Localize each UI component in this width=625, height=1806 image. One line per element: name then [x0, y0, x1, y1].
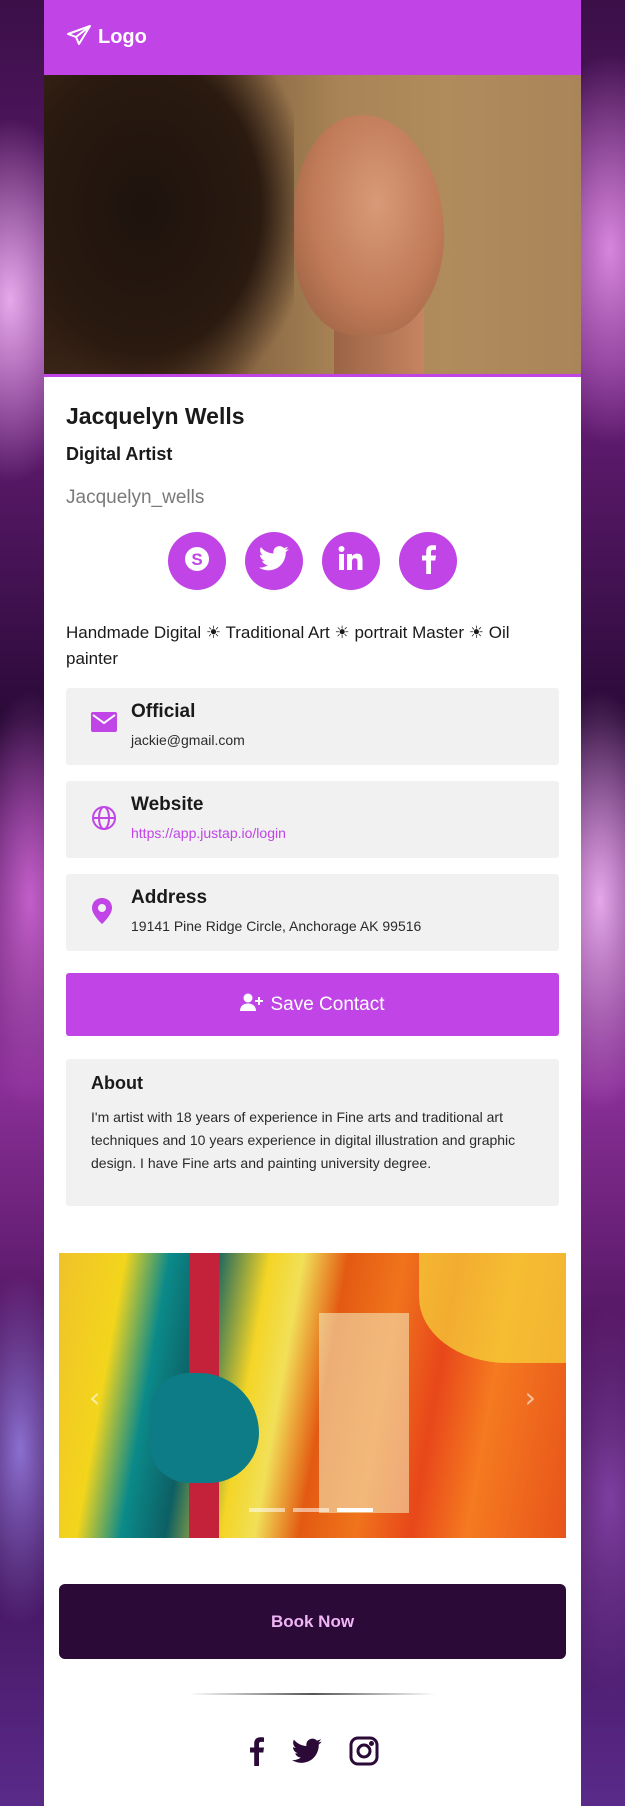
carousel-dot[interactable]: [249, 1508, 285, 1512]
top-bar: Logo: [44, 0, 581, 75]
profile-bio: Handmade Digital ☀ Traditional Art ☀ por…: [66, 623, 510, 668]
footer-social-links: [44, 1736, 581, 1771]
footer-twitter-icon[interactable]: [291, 1738, 323, 1770]
add-user-icon: [240, 993, 270, 1017]
address-label: Address: [131, 887, 208, 908]
profile-name: Jacquelyn Wells: [66, 403, 245, 429]
carousel-dot[interactable]: [293, 1508, 329, 1512]
facebook-button[interactable]: [399, 532, 457, 590]
carousel-prev-button[interactable]: ‹: [89, 1381, 100, 1414]
logo[interactable]: Logo: [66, 24, 147, 52]
facebook-icon: [419, 544, 437, 579]
about-heading: About: [91, 1073, 143, 1093]
linkedin-button[interactable]: [322, 532, 380, 590]
email-value[interactable]: jackie@gmail.com: [131, 732, 245, 748]
carousel-indicators: [249, 1508, 373, 1512]
profile-username: Jacquelyn_wells: [66, 487, 205, 508]
globe-icon: [91, 805, 117, 836]
address-value: 19141 Pine Ridge Circle, Anchorage AK 99…: [131, 918, 422, 934]
svg-text:S: S: [191, 550, 202, 569]
book-now-button[interactable]: Book Now: [59, 1584, 566, 1659]
logo-label: Logo: [98, 26, 147, 48]
email-card[interactable]: Official jackie@gmail.com: [66, 688, 559, 765]
map-pin-icon: [91, 898, 113, 929]
about-text: I'm artist with 18 years of experience i…: [91, 1109, 516, 1171]
carousel-next-button[interactable]: ›: [525, 1381, 536, 1414]
website-label: Website: [131, 794, 204, 815]
website-link[interactable]: https://app.justap.io/login: [131, 825, 286, 841]
address-card[interactable]: Address 19141 Pine Ridge Circle, Anchora…: [66, 874, 559, 951]
twitter-button[interactable]: [245, 532, 303, 590]
linkedin-icon: [336, 544, 366, 579]
profile-card: Logo Jacquelyn Wells Digital Artist Jacq…: [44, 0, 581, 1806]
about-section: About I'm artist with 18 years of experi…: [66, 1059, 559, 1206]
email-label: Official: [131, 701, 196, 722]
carousel-dot-active[interactable]: [337, 1508, 373, 1512]
twitter-icon: [258, 545, 290, 578]
skype-icon: S: [182, 544, 212, 579]
skype-button[interactable]: S: [168, 532, 226, 590]
divider: [189, 1693, 436, 1695]
profile-photo: [44, 75, 581, 377]
profile-title: Digital Artist: [66, 444, 173, 464]
save-contact-label: Save Contact: [270, 993, 385, 1015]
footer-facebook-icon[interactable]: [247, 1736, 265, 1771]
paper-plane-icon: [66, 24, 98, 52]
social-links: S: [66, 532, 559, 590]
footer-instagram-icon[interactable]: [349, 1736, 379, 1771]
mail-icon: [91, 712, 117, 737]
gallery-carousel[interactable]: ‹ ›: [59, 1253, 566, 1538]
website-card[interactable]: Website https://app.justap.io/login: [66, 781, 559, 858]
save-contact-button[interactable]: Save Contact: [66, 973, 559, 1036]
